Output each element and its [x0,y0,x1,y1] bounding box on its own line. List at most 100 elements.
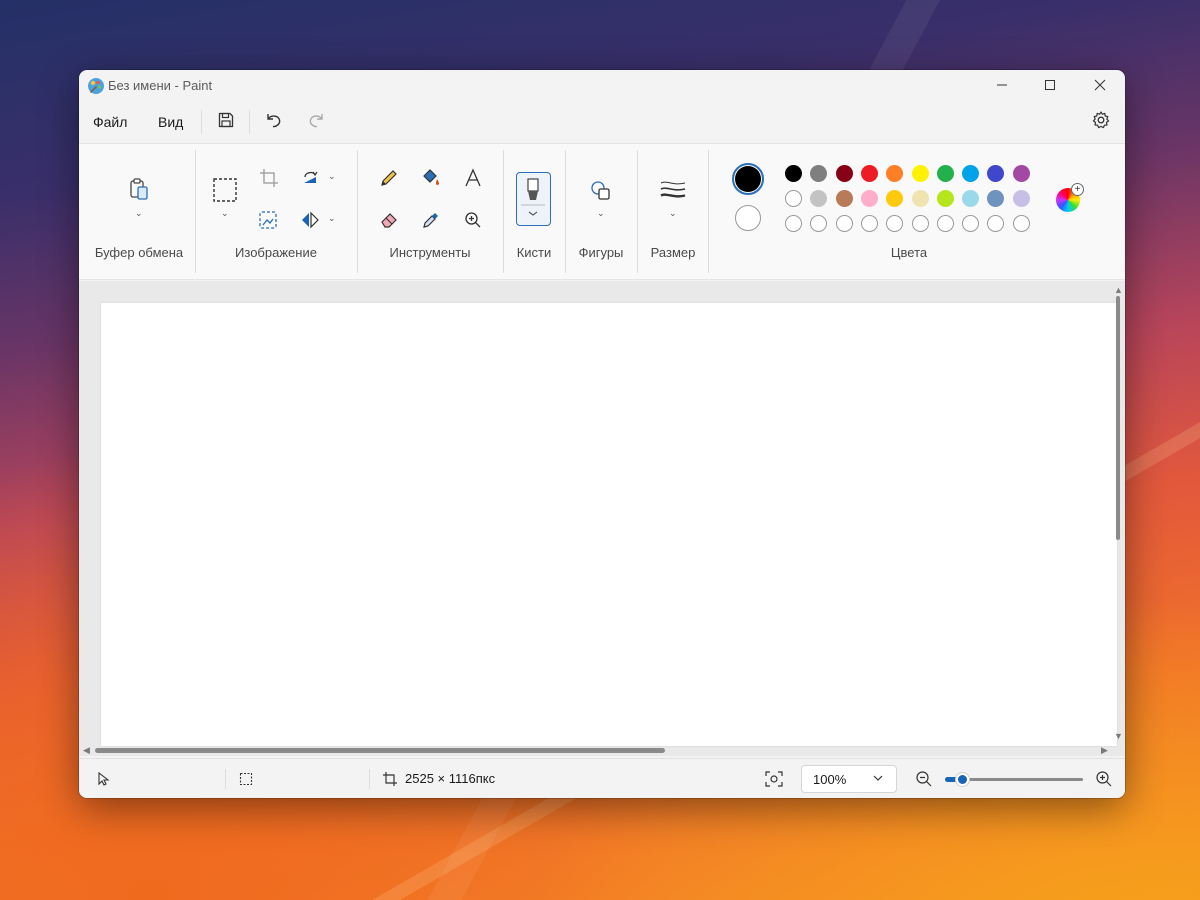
scroll-left-arrow[interactable]: ◀ [83,745,90,756]
drawing-canvas[interactable] [101,303,1117,746]
group-label-clipboard: Буфер обмена [94,245,184,260]
status-divider [369,769,370,789]
clipboard-icon [130,178,148,200]
zoom-slider-thumb[interactable] [954,772,970,787]
rotate-icon [304,171,318,183]
custom-color-slot[interactable] [835,215,853,232]
close-button[interactable] [1077,70,1123,100]
primary-color-swatch [735,166,761,192]
scroll-down-arrow[interactable]: ▼ [1114,731,1123,741]
brush-icon [521,178,545,216]
redo-button[interactable] [300,106,332,134]
secondary-color[interactable] [735,205,761,231]
chevron-down-icon[interactable]: ⌄ [328,171,336,182]
color-swatch[interactable] [1012,165,1030,182]
custom-color-slot[interactable] [860,215,878,232]
gear-icon [1092,111,1110,129]
custom-color-slot[interactable] [1012,215,1030,232]
pencil-icon [381,170,397,186]
color-swatch[interactable] [1012,190,1030,207]
ribbon-divider [565,150,566,273]
color-swatch[interactable] [962,165,980,182]
color-swatch[interactable] [911,165,929,182]
shapes-button[interactable] [586,176,616,206]
menu-view[interactable]: Вид [154,112,187,132]
eraser-button[interactable] [374,205,404,235]
text-button[interactable] [458,163,488,193]
custom-color-slot[interactable] [785,215,802,232]
color-swatch[interactable] [785,165,802,182]
flip-icon [302,211,319,229]
zoom-out-button[interactable] [914,769,934,789]
color-swatch[interactable] [860,165,878,182]
select-rectangle-icon [213,178,237,202]
color-swatch[interactable] [835,190,853,207]
fill-button[interactable] [416,163,446,193]
primary-color[interactable] [732,163,764,195]
color-swatch[interactable] [962,190,980,207]
zoom-in-icon [1096,771,1112,787]
minimize-button[interactable] [979,70,1025,100]
select-button[interactable] [210,175,240,205]
maximize-icon [1045,80,1055,90]
crop-icon [260,169,278,187]
chevron-down-icon[interactable]: ⌄ [597,208,605,219]
custom-color-slot[interactable] [911,215,929,232]
selection-size-icon [236,769,256,789]
paste-button[interactable] [124,174,154,204]
undo-icon [267,114,281,128]
close-icon [1094,79,1106,91]
crop-button[interactable] [254,163,284,193]
canvas-area [79,281,1125,756]
ribbon-divider [195,150,196,273]
brushes-button[interactable] [516,172,551,226]
size-button[interactable] [658,175,688,205]
zoom-dropdown[interactable]: 100% [801,765,897,793]
status-divider [225,769,226,789]
maximize-button[interactable] [1027,70,1073,100]
settings-button[interactable] [1085,106,1117,134]
color-swatch[interactable] [860,190,878,207]
menu-divider [201,110,202,134]
chevron-down-icon[interactable]: ⌄ [221,208,229,219]
save-button[interactable] [210,106,242,134]
rotate-button[interactable] [295,163,325,193]
flip-button[interactable] [295,205,325,235]
minimize-icon [997,84,1007,86]
horizontal-scrollbar-thumb[interactable] [95,748,665,753]
menu-file[interactable]: Файл [89,112,131,132]
magnifier-button[interactable] [458,205,488,235]
canvas-size-text: 2525 × 1116пкс [405,771,496,786]
scroll-right-arrow[interactable]: ▶ [1101,745,1108,756]
chevron-down-icon[interactable]: ⌄ [328,213,336,224]
paint-bucket-icon [423,169,439,185]
resize-button[interactable] [253,205,283,235]
group-label-image: Изображение [235,245,317,260]
custom-color-slot[interactable] [936,215,954,232]
color-swatch[interactable] [936,165,954,182]
color-swatch[interactable] [835,165,853,182]
color-swatch[interactable] [785,190,802,207]
scroll-up-arrow[interactable]: ▲ [1114,285,1123,295]
zoom-in-button[interactable] [1094,769,1114,789]
group-label-shapes: Фигуры [578,245,624,260]
color-swatch[interactable] [936,190,954,207]
chevron-down-icon[interactable]: ⌄ [669,208,677,219]
chevron-down-icon[interactable]: ⌄ [135,208,143,219]
custom-color-slot[interactable] [962,215,980,232]
fit-to-window-icon [765,771,783,787]
color-picker-button[interactable] [416,205,446,235]
undo-button[interactable] [258,106,290,134]
color-swatch[interactable] [911,190,929,207]
group-label-tools: Инструменты [389,245,471,260]
zoom-in-icon [465,212,481,228]
fit-to-window-button[interactable] [764,769,784,789]
ribbon-divider [708,150,709,273]
cursor-position-icon [93,769,113,789]
vertical-scrollbar-thumb[interactable] [1116,296,1120,540]
text-icon [465,168,481,187]
pencil-button[interactable] [374,163,404,193]
chevron-down-icon [872,771,884,789]
paint-app-icon [87,77,105,95]
paint-window: Без имени - Paint Файл Вид ⌄ Буфер обмен… [79,70,1125,798]
